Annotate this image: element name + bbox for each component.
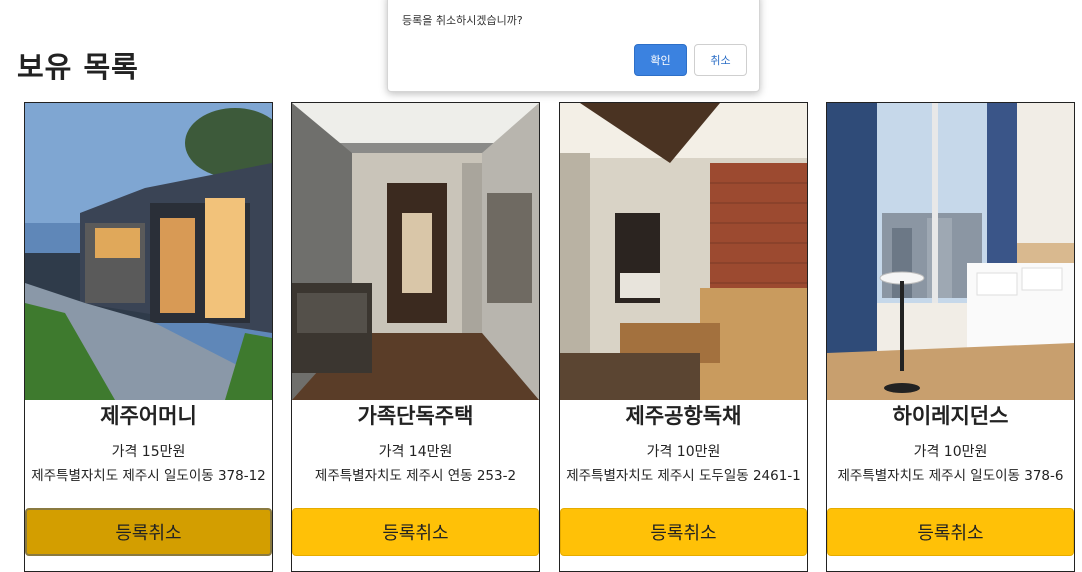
listing-card: 하이레지던스 가격 10만원 제주특별자치도 제주시 일도이동 378-6 등록… xyxy=(826,102,1075,572)
listing-address: 제주특별자치도 제주시 일도이동 378-12 xyxy=(31,468,266,484)
listing-card: 가족단독주택 가격 14만원 제주특별자치도 제주시 연동 253-2 등록취소 xyxy=(291,102,540,572)
listing-price: 가격 14만원 xyxy=(378,444,453,460)
listing-photo-bedroom[interactable] xyxy=(827,103,1074,400)
listing-address: 제주특별자치도 제주시 도두일동 2461-1 xyxy=(566,468,801,484)
listing-name: 가족단독주택 xyxy=(357,404,474,428)
listing-card: 제주어머니 가격 15만원 제주특별자치도 제주시 일도이동 378-12 등록… xyxy=(24,102,273,572)
listing-name: 제주어머니 xyxy=(100,404,197,428)
listing-address: 제주특별자치도 제주시 일도이동 378-6 xyxy=(837,468,1064,484)
confirm-dialog: 등록을 취소하시겠습니까? 확인 취소 xyxy=(387,0,760,92)
listing-price: 가격 10만원 xyxy=(646,444,721,460)
page-title: 보유 목록 xyxy=(17,50,139,84)
dialog-message: 등록을 취소하시겠습니까? xyxy=(402,14,523,27)
dialog-cancel-button[interactable]: 취소 xyxy=(694,44,747,76)
listing-price: 가격 15만원 xyxy=(111,444,186,460)
dialog-confirm-button[interactable]: 확인 xyxy=(634,44,687,76)
listing-name: 하이레지던스 xyxy=(892,404,1009,428)
listing-photo-stone-house[interactable] xyxy=(25,103,272,400)
listing-address: 제주특별자치도 제주시 연동 253-2 xyxy=(314,468,517,484)
listing-photo-kitchen[interactable] xyxy=(560,103,807,400)
cancel-registration-button[interactable]: 등록취소 xyxy=(827,508,1074,556)
cancel-registration-button[interactable]: 등록취소 xyxy=(292,508,539,556)
cancel-registration-button[interactable]: 등록취소 xyxy=(25,508,272,556)
listing-price: 가격 10만원 xyxy=(913,444,988,460)
listing-card: 제주공항독채 가격 10만원 제주특별자치도 제주시 도두일동 2461-1 등… xyxy=(559,102,808,572)
cancel-registration-button[interactable]: 등록취소 xyxy=(560,508,807,556)
listing-photo-living-room[interactable] xyxy=(292,103,539,400)
listing-name: 제주공항독채 xyxy=(625,404,742,428)
